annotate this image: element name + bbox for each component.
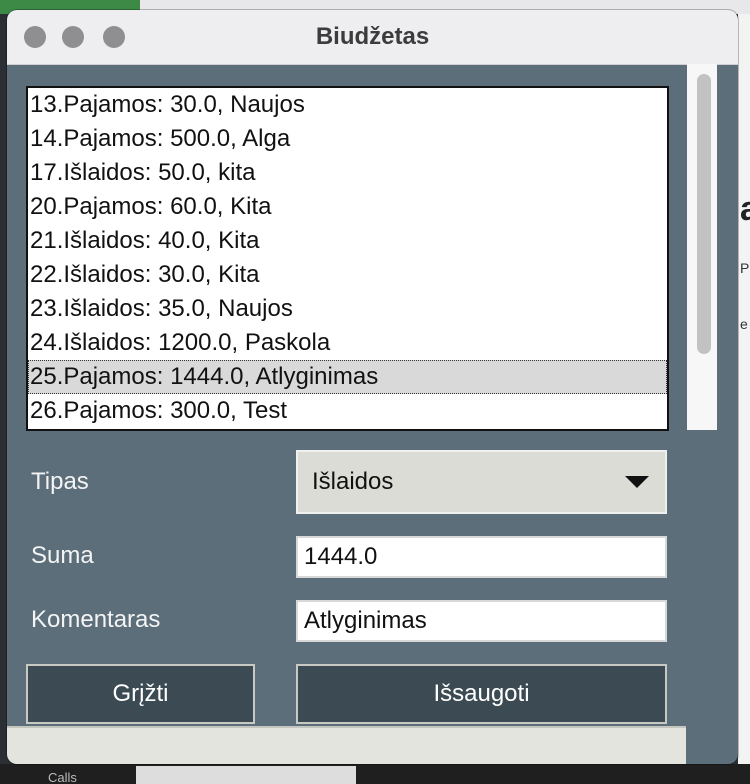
- status-bar: [7, 726, 686, 764]
- type-select-value: Išlaidos: [312, 468, 394, 495]
- type-label: Tipas: [31, 468, 89, 495]
- background-calls-label: Calls: [48, 770, 77, 784]
- list-scrollbar-thumb[interactable]: [697, 74, 711, 354]
- titlebar[interactable]: Biudžetas: [7, 10, 738, 65]
- background-fragment: a: [740, 190, 750, 228]
- list-item[interactable]: 26.Pajamos: 300.0, Test: [28, 394, 667, 428]
- budget-window: Biudžetas 13.Pajamos: 30.0, Naujos 14.Paj…: [7, 10, 738, 764]
- window-title: Biudžetas: [315, 23, 430, 50]
- list-item[interactable]: 13.Pajamos: 30.0, Naujos: [28, 88, 667, 122]
- transactions-list[interactable]: 13.Pajamos: 30.0, Naujos 14.Pajamos: 500.…: [26, 86, 669, 431]
- list-item[interactable]: 14.Pajamos: 500.0, Alga: [28, 122, 667, 156]
- list-item[interactable]: 22.Išlaidos: 30.0, Kita: [28, 258, 667, 292]
- background-taskbar-item: [136, 766, 356, 784]
- comment-label: Komentaras: [31, 606, 161, 633]
- list-item[interactable]: 25.Pajamos: 1444.0, Atlyginimas: [28, 360, 667, 394]
- list-item[interactable]: 24.Išlaidos: 1200.0, Paskola: [28, 326, 667, 360]
- list-item[interactable]: 20.Pajamos: 60.0, Kita: [28, 190, 667, 224]
- save-button[interactable]: Išsaugoti: [296, 664, 667, 724]
- amount-label: Suma: [31, 542, 94, 569]
- amount-input[interactable]: [296, 536, 667, 578]
- background-taskbar: [0, 764, 750, 784]
- list-item[interactable]: 23.Išlaidos: 35.0, Naujos: [28, 292, 667, 326]
- back-button[interactable]: Grįžti: [26, 664, 255, 724]
- background-window-edge: [738, 14, 750, 764]
- background-fragment: e: [740, 316, 748, 332]
- type-select[interactable]: Išlaidos: [296, 450, 667, 514]
- dropdown-arrow-icon: [625, 476, 649, 488]
- list-item[interactable]: 21.Išlaidos: 40.0, Kita: [28, 224, 667, 258]
- list-item[interactable]: 17.Išlaidos: 50.0, kita: [28, 156, 667, 190]
- comment-input[interactable]: [296, 600, 667, 642]
- background-fragment: P: [740, 260, 750, 276]
